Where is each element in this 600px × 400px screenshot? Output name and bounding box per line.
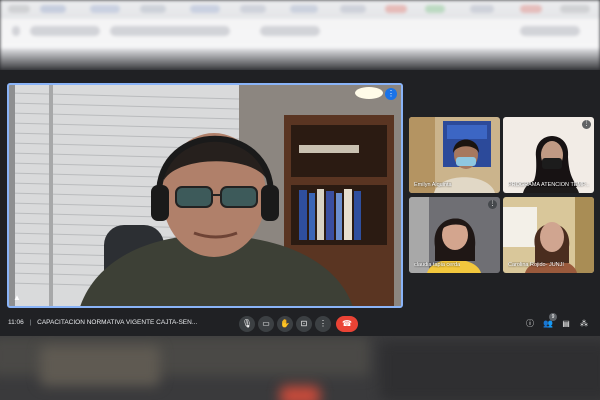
- present-screen-button[interactable]: ⊡: [296, 316, 312, 332]
- info-icon: ⓘ: [526, 319, 534, 328]
- participant-tile[interactable]: PROGRAMA ATENCION TEMP... ⋮: [503, 117, 594, 193]
- meeting-info: 11:06 | CAPACITACION NORMATIVA VIGENTE C…: [8, 319, 197, 326]
- participant-tile[interactable]: Carolina Rojido- JUNJI: [503, 197, 594, 273]
- more-options-icon: ⋮: [319, 319, 327, 328]
- microphone-icon: 🎙: [241, 319, 253, 328]
- speaking-indicator-icon: ⋮: [385, 88, 397, 100]
- pin-icon[interactable]: ▲: [13, 293, 21, 302]
- people-button[interactable]: 👥 9: [542, 313, 557, 330]
- microphone-button[interactable]: 🎙: [239, 316, 255, 332]
- more-options-icon[interactable]: ⋮: [488, 200, 497, 209]
- more-options-button[interactable]: ⋮: [315, 316, 331, 332]
- participant-tile[interactable]: Emilyn Alquinta: [409, 117, 500, 193]
- activities-icon: ⁂: [580, 319, 588, 328]
- camera-button[interactable]: ▭: [258, 316, 274, 332]
- separator: |: [29, 319, 32, 326]
- chat-icon: ▤: [562, 319, 570, 328]
- hang-up-button[interactable]: ☎: [336, 316, 358, 332]
- meeting-details-button[interactable]: ⓘ: [524, 318, 536, 330]
- meeting-title: CAPACITACION NORMATIVA VIGENTE CAJTA-SEN…: [37, 319, 198, 326]
- raise-hand-icon: ✋: [280, 319, 290, 328]
- camera-icon: ▭: [262, 319, 270, 328]
- participant-name: claudia tapia cerda: [414, 262, 461, 268]
- participant-tile[interactable]: claudia tapia cerda ⋮: [409, 197, 500, 273]
- meeting-time: 11:06: [8, 319, 24, 326]
- raise-hand-button[interactable]: ✋: [277, 316, 293, 332]
- speaker-video-frame: [9, 85, 401, 306]
- more-options-icon[interactable]: ⋮: [582, 120, 591, 129]
- present-screen-icon: ⊡: [300, 319, 308, 328]
- participant-name: Carolina Rojido- JUNJI: [508, 262, 564, 268]
- people-count-badge: 9: [549, 313, 557, 321]
- chat-button[interactable]: ▤: [560, 318, 572, 330]
- browser-chrome-blurred: [0, 0, 600, 70]
- hang-up-icon: ☎: [342, 319, 352, 328]
- participant-name: Emilyn Alquinta: [414, 182, 452, 188]
- background-blurred: [0, 336, 600, 400]
- participant-name: PROGRAMA ATENCION TEMP...: [508, 182, 590, 188]
- main-speaker-tile[interactable]: ⋮ ▲: [7, 83, 403, 308]
- meeting-control-bar: 11:06 | CAPACITACION NORMATIVA VIGENTE C…: [0, 312, 600, 336]
- activities-button[interactable]: ⁂: [578, 318, 590, 330]
